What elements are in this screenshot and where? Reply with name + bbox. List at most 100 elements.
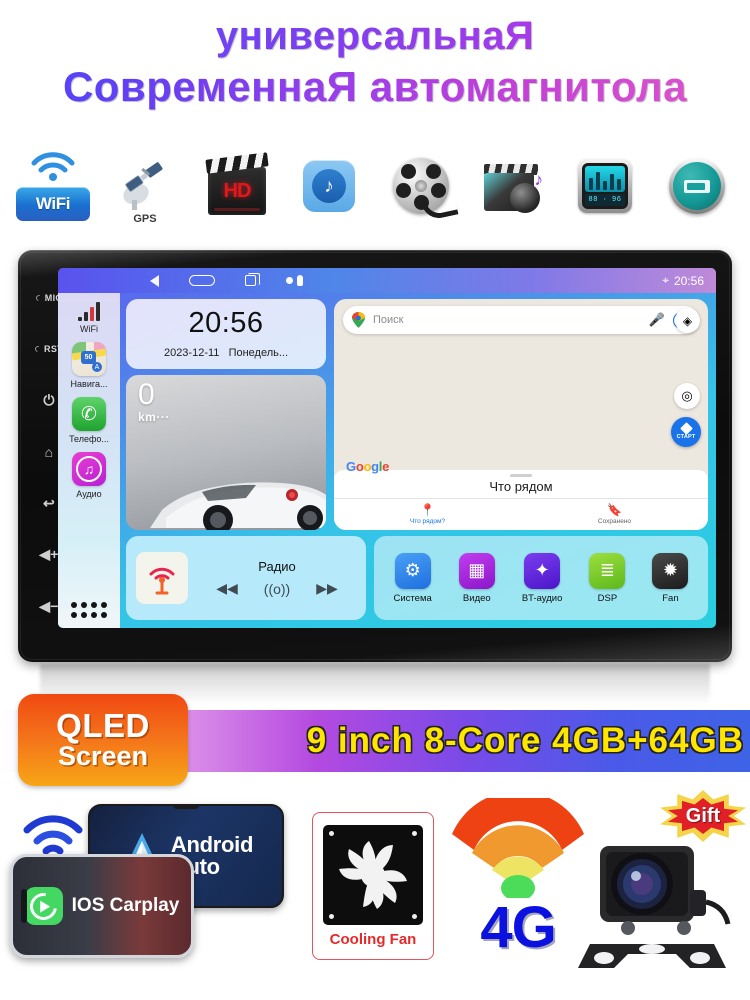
iphone-carplay-mockup: IOS Carplay: [10, 854, 194, 958]
radio-next-button[interactable]: ▶▶: [316, 580, 338, 597]
sidebar-item-navigation[interactable]: 50 A Навига...: [58, 342, 120, 389]
backup-camera-image: [578, 846, 731, 968]
power-button-glyph: ⏻: [43, 392, 55, 409]
home-button[interactable]: ⌂: [45, 426, 54, 477]
gift-badge-label: Gift: [685, 804, 721, 827]
sheet-grabber[interactable]: [510, 474, 532, 477]
hd-icon-label: HD: [223, 179, 252, 202]
location-pin-icon: ⌖: [662, 273, 669, 287]
film-reel-icon: [382, 145, 460, 227]
app-drawer-icon[interactable]: [71, 602, 107, 618]
music-icon: ♪: [290, 145, 368, 227]
system-gear-car-icon: ⚙: [394, 552, 431, 589]
power-button[interactable]: ⏻: [43, 375, 54, 426]
radio-antenna-icon[interactable]: [136, 552, 188, 604]
cooling-fan-icon: [323, 824, 423, 925]
android-auto-line-1: Android: [170, 831, 254, 857]
gps-icon: GPS: [106, 145, 184, 227]
cooling-fan-label: Cooling Fan: [329, 930, 417, 948]
sidebar-item-wifi-label: WiFi: [80, 324, 98, 334]
my-location-button[interactable]: ◎: [674, 383, 700, 409]
volume-up-glyph: ◀+: [39, 546, 59, 563]
music-note-icon: ♫: [72, 452, 106, 486]
phone-icon: ✆: [72, 397, 106, 431]
app-system[interactable]: ⚙ Система: [393, 552, 432, 604]
clock-widget[interactable]: 20:56 2023-12-11 Понедель...: [126, 299, 326, 369]
app-fan[interactable]: ✹ Fan: [652, 552, 689, 604]
product-title: универсальнаЯ СовременнаЯ автомагнитола: [0, 14, 750, 110]
home-screen-main: 20:56 2023-12-11 Понедель... 0 km··· Пои…: [120, 293, 716, 628]
radio-widget[interactable]: Радио ◀◀ ((o)) ▶▶: [126, 536, 366, 620]
app-bt-audio[interactable]: ✦ BT-аудио: [521, 552, 563, 604]
radio-widget-title: Радио: [258, 559, 296, 574]
nearby-sheet[interactable]: Что рядом 📍 Что рядом? 🔖 Сохранено: [334, 470, 708, 530]
google-logo: Google: [346, 459, 390, 474]
qled-badge-line-1: QLED: [56, 706, 150, 744]
app-bt-audio-label: BT-аудио: [521, 592, 563, 604]
carplay-logo-icon: [24, 887, 63, 925]
back-button[interactable]: ↩: [43, 478, 55, 529]
volume-up-button[interactable]: ◀+: [39, 529, 59, 580]
gps-icon-label: GPS: [133, 213, 157, 225]
app-dsp[interactable]: ≣ DSP: [589, 552, 626, 604]
app-system-label: Система: [393, 592, 432, 604]
trip-meter-widget[interactable]: 0 km···: [126, 375, 326, 530]
google-maps-widget[interactable]: Поиск 🎤 ☻ ◈ ◎ СТАРТ Google: [334, 299, 708, 530]
trip-meter-value: 0: [138, 378, 155, 411]
app-fan-label: Fan: [662, 592, 679, 604]
map-search-input[interactable]: Поиск 🎤 ☻: [343, 306, 699, 334]
nav-back-icon[interactable]: [150, 274, 159, 287]
navigation-start-button[interactable]: СТАРТ: [671, 417, 701, 447]
radio-antenna-button[interactable]: ((o)): [264, 581, 290, 597]
app-video[interactable]: ▦ Видео: [458, 552, 495, 604]
home-button-glyph: ⌂: [44, 443, 54, 460]
wifi-icon: WiFi: [14, 145, 92, 227]
back-button-glyph: ↩: [42, 494, 56, 511]
spec-banner-text: 9 inch 8-Core 4GB+64GB: [306, 721, 744, 760]
sidebar-item-wifi[interactable]: WiFi: [58, 301, 120, 334]
sidebar-item-phone-label: Телефо...: [69, 434, 109, 444]
trip-meter-unit: km···: [138, 409, 170, 424]
wireless-connection-icon: [23, 815, 83, 855]
tab-nearby[interactable]: 📍 Что рядом?: [334, 503, 521, 525]
nav-recents-icon[interactable]: [245, 273, 260, 286]
feature-icon-row: WiFi GPS HD ♪ ♪ 88 · 96: [8, 140, 742, 232]
map-search-placeholder: Поиск: [373, 314, 404, 326]
wifi-icon-label: WiFi: [35, 194, 71, 213]
pin-icon: 📍: [420, 503, 435, 517]
sports-car-image: [150, 482, 326, 530]
product-listing-page: универсальнаЯ СовременнаЯ автомагнитола …: [0, 0, 750, 1000]
usb-icon: [658, 145, 736, 227]
bookmark-icon: 🔖: [607, 503, 622, 517]
tab-nearby-label: Что рядом?: [409, 518, 446, 525]
sidebar-item-audio-label: Аудио: [76, 489, 102, 499]
app-dsp-label: DSP: [597, 592, 618, 604]
video-audio-icon: ♪: [474, 145, 552, 227]
status-bar-time: 20:56: [673, 273, 704, 288]
sidebar-item-phone[interactable]: ✆ Телефо...: [58, 397, 120, 444]
gift-badge: Gift: [660, 790, 746, 842]
map-layers-button[interactable]: ◈: [675, 308, 700, 333]
nav-home-icon[interactable]: [189, 275, 215, 286]
bottom-feature-row: Android Auto IOS Carplay Cooling Fan 4G …: [0, 790, 750, 1000]
car-stereo-head-unit: MIC RST ⏻ ⌂ ↩ ◀+ ◀− ⌖ 20:56 WiFi 50 A На…: [18, 250, 732, 662]
volume-down-button[interactable]: ◀−: [39, 581, 59, 632]
sidebar-item-audio[interactable]: ♫ Аудио: [58, 452, 120, 499]
tab-saved[interactable]: 🔖 Сохранено: [521, 503, 708, 525]
ios-carplay-text: IOS Carplay: [71, 895, 180, 916]
android-status-bar: ⌖ 20:56: [58, 268, 716, 293]
sidebar-item-navigation-label: Навига...: [70, 379, 108, 389]
clock-widget-date-value: 2023-12-11: [163, 347, 220, 359]
signal-bars-icon: [78, 301, 100, 321]
radio-prev-button[interactable]: ◀◀: [216, 580, 238, 597]
google-maps-pin-icon: [352, 312, 365, 328]
microphone-icon[interactable]: 🎤: [649, 312, 665, 328]
equalizer-icon: 88 · 96: [566, 145, 644, 227]
clock-widget-time: 20:56: [188, 307, 264, 339]
head-unit-screen: ⌖ 20:56 WiFi 50 A Навига... ✆ Телефо... …: [58, 268, 716, 628]
qled-badge-line-2: Screen: [57, 740, 149, 771]
bluetooth-icon: ✦: [524, 552, 561, 589]
app-sidebar: WiFi 50 A Навига... ✆ Телефо... ♫ Аудио: [58, 293, 120, 628]
phone-notch: [21, 889, 27, 923]
product-title-line-2: СовременнаЯ автомагнитола: [0, 63, 750, 110]
